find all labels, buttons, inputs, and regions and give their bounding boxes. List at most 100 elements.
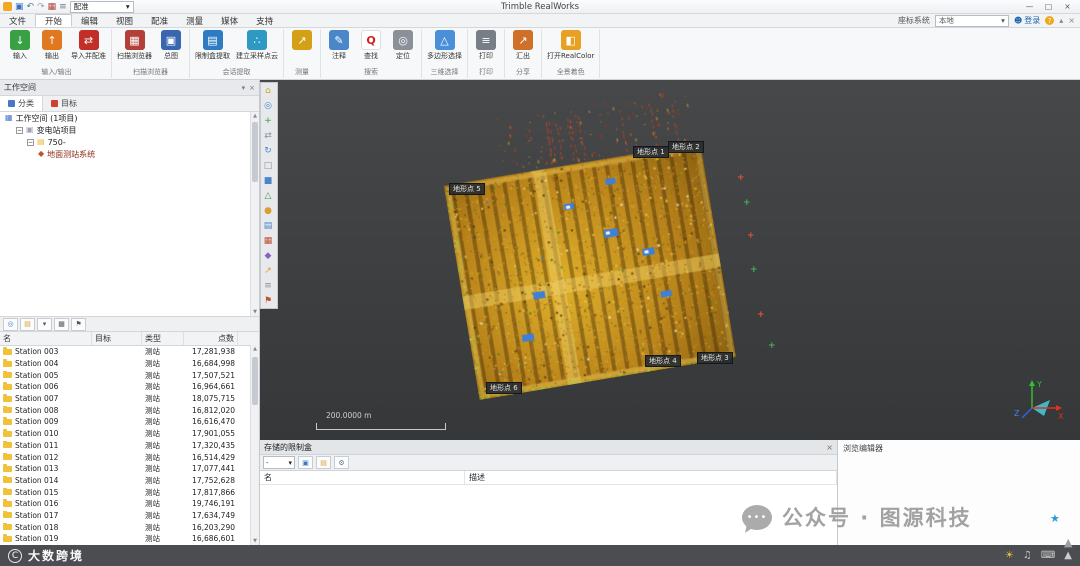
column-header-target[interactable]: 目标: [92, 332, 142, 345]
orbit-icon[interactable]: ↻: [261, 143, 275, 158]
filter-icon[interactable]: ⚑: [71, 317, 86, 331]
sound-icon[interactable]: ♫: [1023, 550, 1032, 561]
survey-target-icon[interactable]: +: [768, 342, 776, 351]
workspace-tab-2[interactable]: 目标: [43, 96, 85, 111]
3d-viewport[interactable]: ⌂ ◎ + ⇄ ↻ □ ■ △ ● ▤ ▦ ◆ ↗ ≡ ⚑ 200.0000 m Y X Z 地形点 5 地形…: [260, 80, 1080, 440]
collapse-ribbon-icon[interactable]: ▴: [1059, 16, 1063, 25]
columns-icon[interactable]: ▦: [54, 317, 69, 331]
pan-icon[interactable]: ⇄: [261, 128, 275, 143]
perspective-icon[interactable]: △: [261, 188, 275, 203]
ribbon-button-5-3[interactable]: ◎ 定位: [388, 29, 418, 62]
view-top-icon[interactable]: ■: [261, 173, 275, 188]
scan-explorer-icon[interactable]: ▦: [48, 2, 57, 12]
menu-tab-1[interactable]: 文件: [0, 14, 35, 27]
ribbon-button-1-1[interactable]: ↓ 输入: [5, 29, 35, 62]
station-row-7[interactable]: Station 009 测站 16,616,470: [0, 416, 259, 428]
keyboard-icon[interactable]: ⌨: [1041, 550, 1055, 561]
terrain-point-marker[interactable]: 地形点 1: [633, 146, 669, 158]
stations-scrollbar[interactable]: ▲ ▼: [250, 345, 259, 545]
login-button[interactable]: ☻ 登录: [1014, 15, 1040, 26]
help-icon[interactable]: ?: [1045, 16, 1055, 25]
station-row-4[interactable]: Station 006 测站 16,964,661: [0, 381, 259, 393]
brightness-icon[interactable]: ☀: [1005, 550, 1014, 561]
quick-access-dropdown[interactable]: 配准 ▾: [69, 0, 134, 13]
menu-tab-8[interactable]: 支持: [247, 14, 282, 27]
expand-icon[interactable]: ▲: [1064, 550, 1072, 561]
column-header-name[interactable]: 名: [260, 471, 465, 484]
terrain-point-marker[interactable]: 地形点 4: [645, 355, 681, 367]
terrain-point-marker[interactable]: 地形点 6: [486, 382, 522, 394]
scrollbar-thumb[interactable]: [252, 122, 258, 182]
open-limitbox-icon[interactable]: ▤: [316, 456, 331, 469]
save-icon[interactable]: ▣: [15, 2, 24, 12]
home-icon[interactable]: ⌂: [261, 83, 275, 98]
expander-icon[interactable]: −: [16, 126, 23, 134]
station-row-6[interactable]: Station 008 测站 16,812,020: [0, 404, 259, 416]
station-row-12[interactable]: Station 014 测站 17,752,628: [0, 475, 259, 487]
terrain-point-marker[interactable]: 地形点 2: [668, 141, 704, 153]
menu-tab-7[interactable]: 媒体: [212, 14, 247, 27]
workspace-tab-1[interactable]: 分类: [0, 96, 43, 111]
column-header-description[interactable]: 描述: [465, 471, 837, 484]
panel-dropdown-icon[interactable]: ▾: [242, 84, 246, 92]
target-icon[interactable]: ◆: [261, 248, 275, 263]
locate-icon[interactable]: ◎: [3, 317, 18, 331]
scroll-up-icon[interactable]: ▲: [251, 345, 259, 353]
gear-icon[interactable]: ⚙: [334, 456, 349, 469]
station-row-1[interactable]: Station 003 测站 17,281,938: [0, 346, 259, 358]
minimize-button[interactable]: —: [1020, 1, 1039, 13]
panel-close-icon[interactable]: ×: [826, 443, 833, 452]
coordinate-system-dropdown[interactable]: 本地 ▾: [934, 14, 1009, 27]
column-header-points[interactable]: 点数: [184, 332, 238, 345]
station-row-5[interactable]: Station 007 测站 18,075,715: [0, 393, 259, 405]
flag-icon[interactable]: ⚑: [261, 293, 275, 308]
survey-target-icon[interactable]: +: [747, 232, 755, 241]
menu-tab-4[interactable]: 视图: [107, 14, 142, 27]
maximize-button[interactable]: □: [1039, 1, 1058, 13]
survey-target-icon[interactable]: +: [757, 311, 765, 320]
tree-node-2[interactable]: − ▣ 变电站项目: [0, 124, 259, 136]
tree-node-1[interactable]: ▦ 工作空间 (1项目): [0, 112, 259, 124]
measure-icon[interactable]: ↗: [261, 263, 275, 278]
ribbon-button-2-1[interactable]: ▦ 扫描浏览器: [115, 29, 154, 62]
undo-icon[interactable]: ↶: [27, 2, 35, 12]
station-row-15[interactable]: Station 017 测站 17,634,749: [0, 510, 259, 522]
scrollbar-thumb[interactable]: [252, 357, 258, 405]
folders-icon[interactable]: ▤: [20, 317, 35, 331]
save-limitbox-icon[interactable]: ▣: [298, 456, 313, 469]
station-row-8[interactable]: Station 010 测站 17,901,055: [0, 428, 259, 440]
station-row-10[interactable]: Station 012 测站 16,514,429: [0, 451, 259, 463]
menu-tab-2[interactable]: 开始: [35, 14, 73, 27]
column-header-type[interactable]: 类型: [142, 332, 184, 345]
menu-tab-3[interactable]: 编辑: [72, 14, 107, 27]
scroll-down-icon[interactable]: ▼: [251, 308, 259, 316]
panel-close-icon[interactable]: ×: [249, 84, 255, 92]
column-header-name[interactable]: 名: [0, 332, 92, 345]
terrain-point-marker[interactable]: 地形点 3: [697, 352, 733, 364]
survey-target-icon[interactable]: +: [743, 199, 751, 208]
station-row-2[interactable]: Station 004 测站 16,684,998: [0, 358, 259, 370]
station-row-3[interactable]: Station 005 测站 17,507,521: [0, 369, 259, 381]
station-row-16[interactable]: Station 018 测站 16,203,290: [0, 521, 259, 533]
limit-box-icon[interactable]: ▤: [261, 218, 275, 233]
ribbon-button-2-2[interactable]: ▣ 总图: [156, 29, 186, 62]
ribbon-button-6-1[interactable]: △ 多边形选择: [425, 29, 464, 62]
redo-icon[interactable]: ↷: [37, 2, 45, 12]
ribbon-button-4-1[interactable]: ↗: [287, 29, 317, 52]
menu-tab-6[interactable]: 测量: [177, 14, 212, 27]
terrain-point-marker[interactable]: 地形点 5: [449, 183, 485, 195]
scroll-down-icon[interactable]: ▼: [251, 537, 259, 545]
ribbon-button-5-2[interactable]: Q 查找: [356, 29, 386, 62]
survey-target-icon[interactable]: +: [737, 174, 745, 183]
options-icon[interactable]: ≡: [59, 2, 67, 12]
view-front-icon[interactable]: □: [261, 158, 275, 173]
menu-tab-5[interactable]: 配准: [142, 14, 177, 27]
limit-box-dropdown[interactable]: - ▾: [263, 456, 295, 469]
list-icon[interactable]: ≡: [261, 278, 275, 293]
station-row-17[interactable]: Station 019 测站 16,686,601: [0, 533, 259, 545]
ribbon-button-3-2[interactable]: ∴ 建立采样点云: [234, 29, 280, 62]
ribbon-button-1-3[interactable]: ⇄ 导入并配准: [69, 29, 108, 62]
tree-scrollbar[interactable]: ▲ ▼: [250, 112, 259, 316]
zoom-extents-icon[interactable]: ◎: [261, 98, 275, 113]
close-panel-icon[interactable]: ×: [1068, 16, 1075, 25]
